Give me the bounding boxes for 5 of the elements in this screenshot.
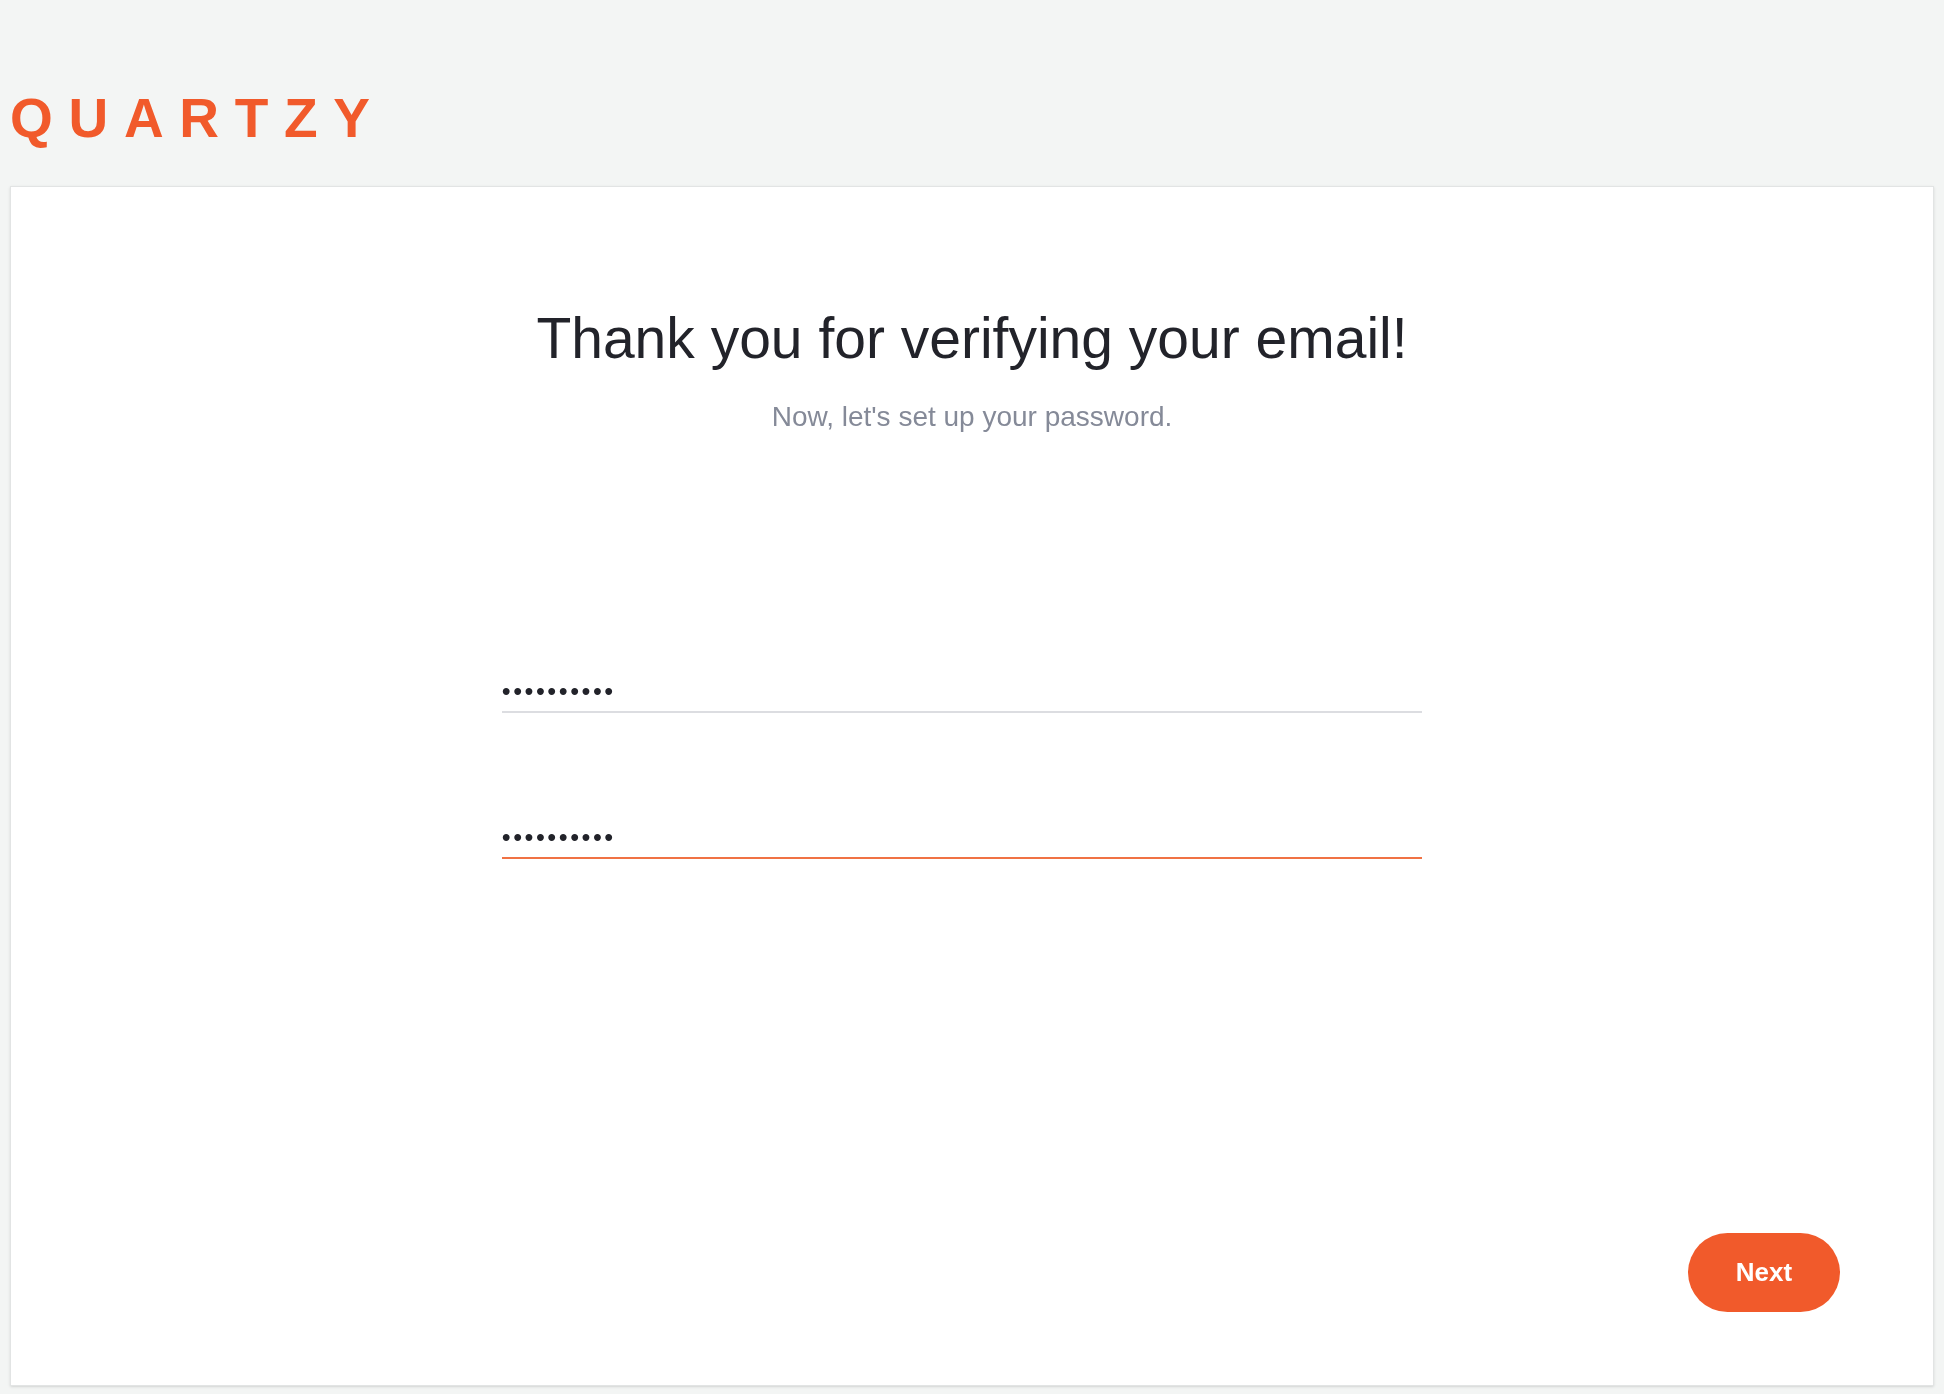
heading: Thank you for verifying your email! [536,305,1408,372]
logo: QUARTZY [10,91,386,146]
subheading: Now, let's set up your password. [771,400,1173,434]
password-field[interactable]: •••••••••• [502,817,1422,859]
password-field[interactable]: •••••••••• [502,671,1422,713]
